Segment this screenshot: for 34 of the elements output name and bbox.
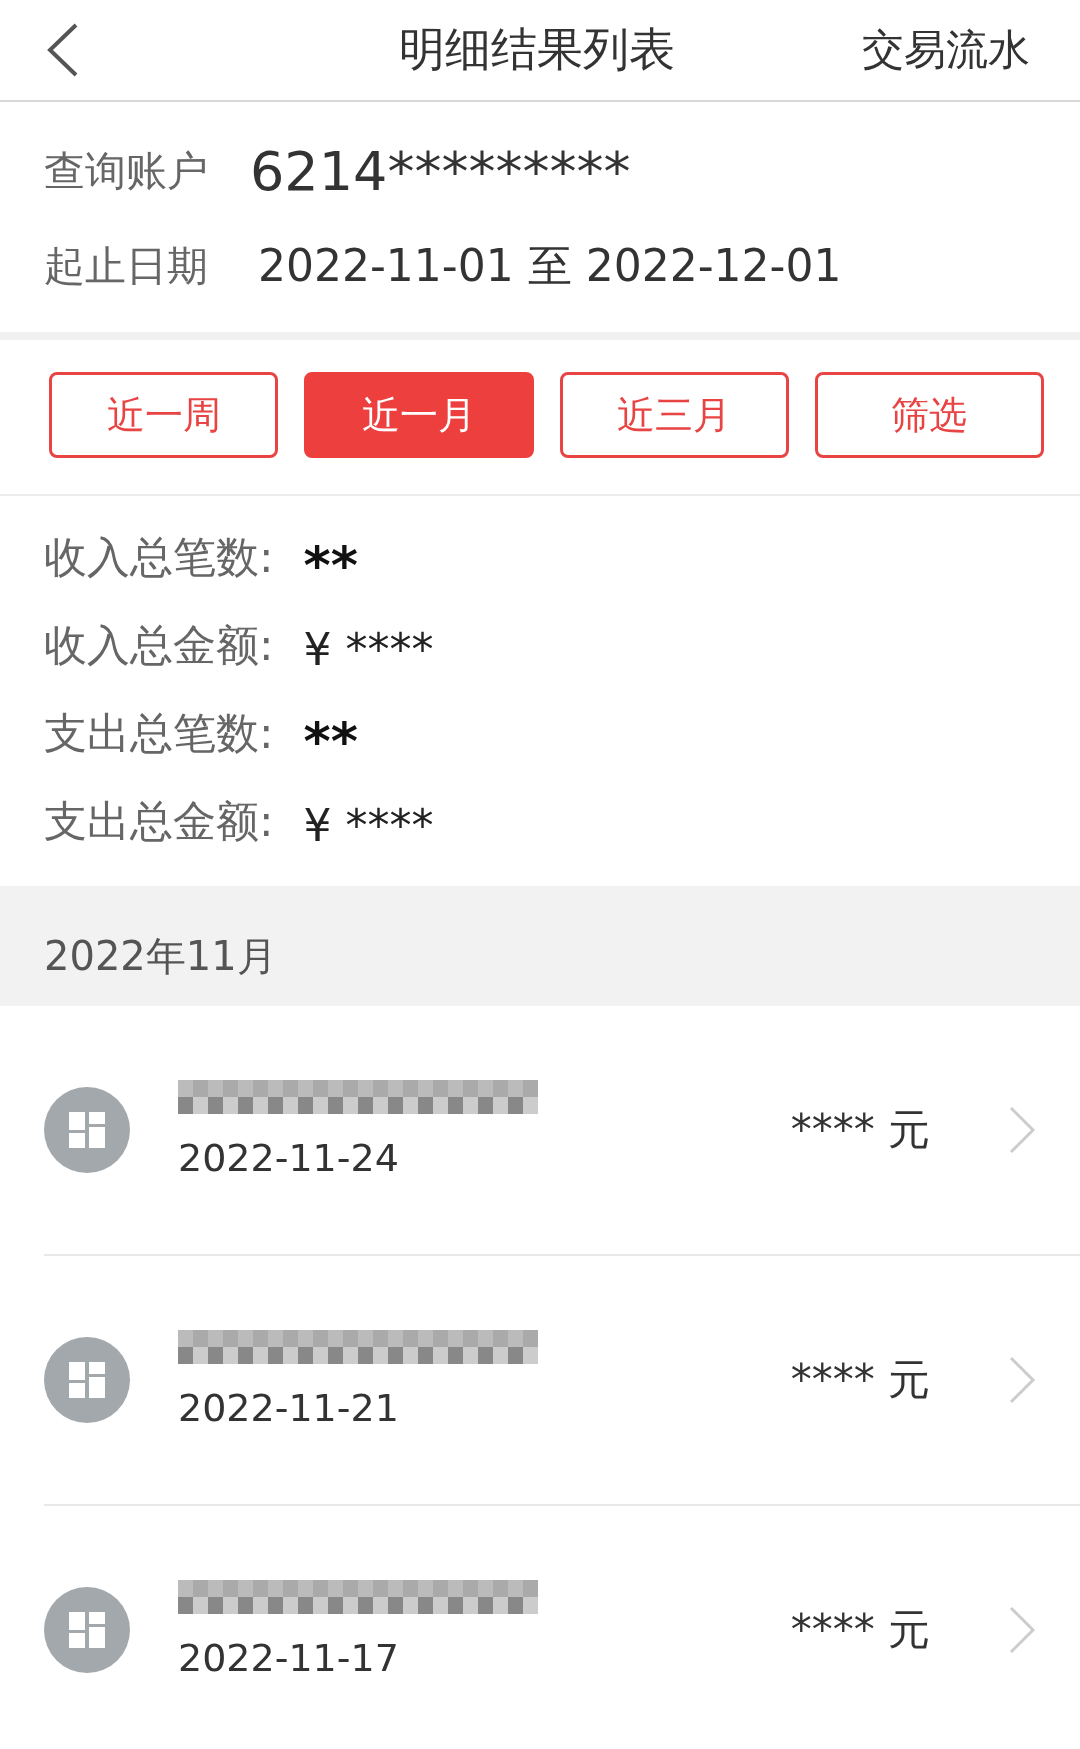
transaction-date: 2022-11-24 [178, 1136, 400, 1180]
transaction-amount: **** 元 [790, 1354, 930, 1406]
grid-icon [44, 1587, 130, 1673]
transaction-row[interactable]: 2022-11-21 **** 元 [44, 1256, 1080, 1506]
chevron-icon [1008, 1605, 1036, 1655]
summary-value: ** [303, 534, 358, 595]
transaction-row[interactable]: 2022-11-24 **** 元 [44, 1006, 1080, 1256]
transaction-row[interactable]: 2022-11-17 **** 元 [44, 1506, 1080, 1749]
transaction-amount: **** 元 [790, 1104, 930, 1156]
account-number: 6214********* [250, 140, 631, 203]
summary-value: ¥ **** [303, 622, 434, 675]
period-tab[interactable]: 近三月 [559, 372, 789, 458]
summary-label: 收入总金额: [44, 619, 274, 672]
chevron-icon [1008, 1105, 1036, 1155]
month-header: 2022年11月 [0, 886, 1080, 1006]
date-range: 2022-11-01 至 2022-12-01 [258, 239, 842, 293]
field-label: 查询账户 [44, 146, 208, 197]
period-tab[interactable]: 筛选 [814, 372, 1044, 458]
grid-icon [44, 1087, 130, 1173]
summary-label: 收入总笔数: [44, 531, 274, 584]
transaction-date: 2022-11-17 [178, 1636, 400, 1680]
grid-icon [44, 1337, 130, 1423]
summary-label: 支出总金额: [44, 795, 274, 848]
period-tab[interactable]: 近一周 [49, 372, 279, 458]
summary-label: 支出总笔数: [44, 707, 274, 760]
period-tab[interactable]: 近一月 [304, 372, 534, 458]
summary-value: ** [303, 710, 358, 771]
chevron-icon [1008, 1355, 1036, 1405]
summary-value: ¥ **** [303, 798, 434, 851]
page-title: 明细结果列表 [399, 21, 675, 78]
transaction-amount: **** 元 [790, 1604, 930, 1656]
transaction-date: 2022-11-21 [178, 1386, 400, 1430]
transactions-link[interactable]: 交易流水 [862, 22, 1030, 78]
field-label: 起止日期 [44, 241, 208, 292]
